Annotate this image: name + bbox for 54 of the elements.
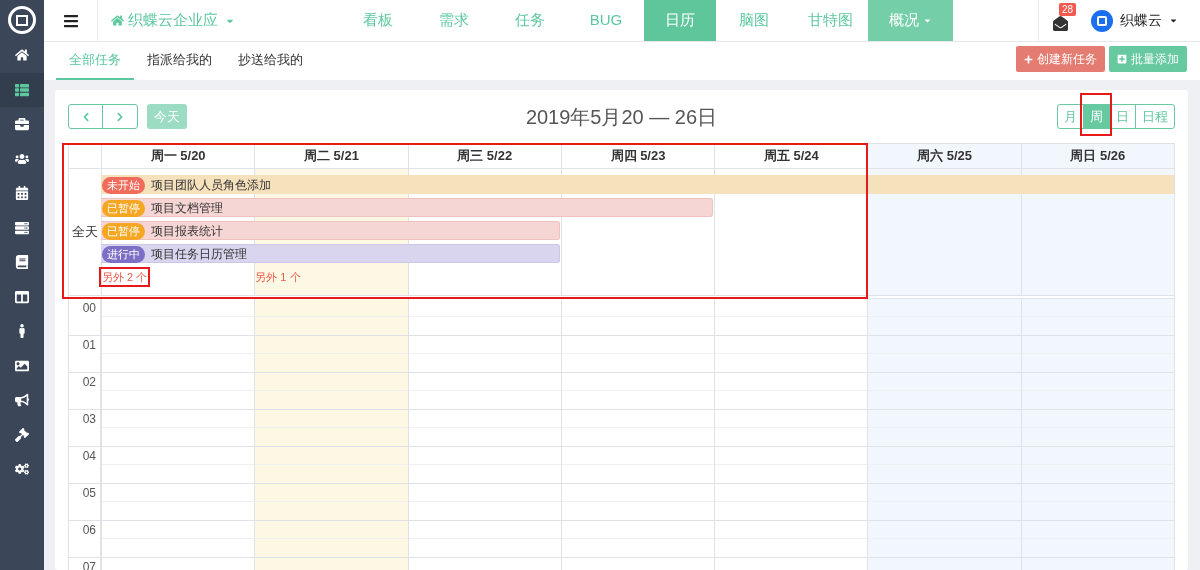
book-icon [15,255,29,270]
nav-tab[interactable]: 脑图 [716,0,792,41]
create-task-button[interactable]: 创建新任务 [1016,46,1105,72]
nav-tab[interactable]: 需求 [416,0,492,41]
view-button[interactable]: 日 [1109,105,1135,128]
subtab[interactable]: 指派给我的 [134,42,225,80]
day-header: 周日 5/26 [1020,144,1174,168]
more-link[interactable]: 另外 2 个 [101,268,149,286]
subtab[interactable]: 全部任务 [56,42,134,80]
nav-tab[interactable]: 看板 [340,0,416,41]
megaphone-icon [15,393,29,408]
all-day-label: 全天 [71,223,99,242]
home-icon [15,48,29,63]
caret-icon [923,16,932,25]
nav-tab[interactable]: 甘特图 [792,0,868,41]
nav-tab[interactable]: 任务 [492,0,568,41]
columns-icon [15,289,29,304]
chevron-right-icon [115,111,125,122]
more-link[interactable]: 另外 1 个 [254,268,302,286]
users-icon [15,151,29,166]
avatar-icon [1091,9,1113,32]
plus-icon [1024,54,1033,64]
view-button[interactable]: 周 [1083,105,1109,128]
envelope-icon [1053,15,1068,31]
day-header: 周六 5/25 [867,144,1021,168]
briefcase-icon [15,117,29,132]
batch-add-button[interactable]: 批量添加 [1109,46,1187,72]
image-icon [15,358,29,373]
gears-icon [15,462,29,477]
notification-badge: 28 [1059,2,1077,16]
menu-icon [62,12,79,29]
gavel-icon [15,427,29,442]
calendar-icon [15,186,29,201]
subtab[interactable]: 抄送给我的 [225,42,316,80]
sidebar-item[interactable] [0,72,44,107]
user-menu[interactable]: 织蝶云 [1091,9,1178,32]
logo-icon[interactable] [8,6,36,34]
server-icon [15,220,29,235]
event-title: 项目文档管理 [151,200,223,217]
project-selector[interactable]: 织蝶云企业应 [98,0,340,41]
event-title: 项目任务日历管理 [151,246,247,263]
view-button[interactable]: 日程 [1135,105,1174,128]
nav-tab[interactable]: BUG [568,0,644,41]
today-button[interactable]: 今天 [147,104,187,129]
notifications-button[interactable] [1053,15,1068,31]
caret-icon [1169,16,1178,25]
nav-tab[interactable]: 概况 [868,0,953,41]
home-icon [111,14,124,27]
event-title: 项目团队人员角色添加 [151,177,271,194]
list-icon [15,82,29,97]
event-title: 项目报表统计 [151,223,223,240]
view-button[interactable]: 月 [1058,105,1083,128]
calendar-title: 2019年5月20 — 26日 [524,104,719,130]
nav-tab[interactable]: 日历 [644,0,716,41]
